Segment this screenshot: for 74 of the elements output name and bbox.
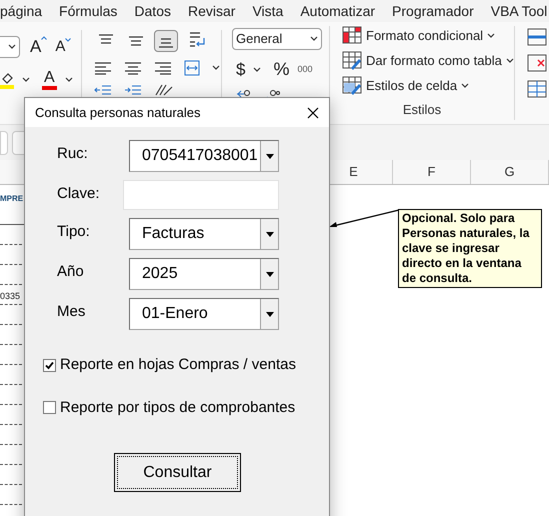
grow-font-button[interactable]: A xyxy=(30,34,48,60)
ribbon-tab[interactable]: Automatizar xyxy=(300,0,376,22)
decrease-indent-icon[interactable] xyxy=(94,84,112,96)
ribbon-tab[interactable]: Datos xyxy=(134,0,171,22)
bottom-align-button[interactable] xyxy=(154,30,178,52)
field-label: Ruc: xyxy=(57,144,89,164)
field-label: Tipo: xyxy=(57,222,91,242)
column-header[interactable]: F xyxy=(393,160,471,184)
font-size-field[interactable] xyxy=(0,36,20,58)
styles-menu-button[interactable]: Formato condicional xyxy=(342,26,514,46)
align-left-icon[interactable] xyxy=(94,61,112,75)
styles-menu-button[interactable]: Estilos de celda xyxy=(342,76,514,96)
caret-down-icon xyxy=(65,38,72,42)
checkbox-label: Reporte por tipos de comprobantes xyxy=(60,398,296,418)
checkbox[interactable] xyxy=(43,358,56,372)
chevron-icon[interactable] xyxy=(461,82,470,89)
field-label: Año xyxy=(57,262,85,282)
ribbon-tab[interactable]: Programador xyxy=(392,0,474,22)
middle-align-icon[interactable] xyxy=(127,34,145,48)
dropdown-field[interactable]: 0705417038001 xyxy=(129,140,279,172)
dropdown-field[interactable]: 01-Enero xyxy=(129,298,279,330)
ribbon-tab[interactable]: página xyxy=(0,0,42,22)
ribbon-tab[interactable]: VBA Tool xyxy=(490,0,548,22)
currency-button[interactable]: $ xyxy=(236,56,246,82)
cell-styles-icon xyxy=(342,76,362,96)
styles-menu-button[interactable]: Dar formato como tabla xyxy=(342,50,514,71)
chevron-icon[interactable] xyxy=(22,76,30,82)
merge-cells-icon[interactable] xyxy=(184,60,200,76)
chevron-icon[interactable] xyxy=(487,32,496,39)
cell-text: MPRE xyxy=(0,193,24,205)
dropdown-arrow-icon[interactable] xyxy=(266,154,274,158)
dropdown-arrow-icon[interactable] xyxy=(266,272,274,276)
field-label: Mes xyxy=(57,302,86,322)
table-format-icon xyxy=(342,51,362,70)
dropdown-field[interactable]: 2025 xyxy=(129,258,279,290)
checkbox-label: Reporte en hojas Compras / ventas xyxy=(60,355,296,375)
align-center-icon[interactable] xyxy=(124,61,142,75)
checkbox[interactable] xyxy=(43,401,56,414)
caret-up-icon xyxy=(41,36,48,40)
number-format-dropdown[interactable]: General xyxy=(232,28,322,50)
window-title: Consulta personas naturales xyxy=(35,104,200,122)
align-right-icon[interactable] xyxy=(154,61,172,75)
delete-cells-icon[interactable] xyxy=(527,54,547,72)
group-label: Estilos xyxy=(402,101,442,120)
ribbon-tab[interactable]: Fórmulas xyxy=(59,0,118,22)
insert-cells-icon[interactable] xyxy=(527,28,547,46)
consultar-button[interactable]: Consultar xyxy=(114,453,241,492)
column-header[interactable]: G xyxy=(471,160,549,184)
chevron-icon[interactable] xyxy=(310,36,318,42)
text-orientation-icon[interactable] xyxy=(154,84,174,96)
ribbon-tab[interactable]: Revisar xyxy=(188,0,236,22)
chevron-icon[interactable] xyxy=(506,58,514,64)
chevron-icon[interactable] xyxy=(8,44,16,50)
chevron-icon[interactable] xyxy=(212,65,220,71)
dropdown-arrow-icon[interactable] xyxy=(266,232,274,236)
ribbon-tab[interactable]: Vista xyxy=(252,0,284,22)
chevron-icon[interactable] xyxy=(64,76,73,82)
comment-note: Opcional. Solo para Personas naturales, la clave se ingresar directo en la ventana de consulta. xyxy=(398,209,542,288)
font-color-button[interactable]: A xyxy=(42,70,57,90)
chevron-icon[interactable] xyxy=(253,66,262,72)
cell-text: 0335 xyxy=(0,290,20,303)
shrink-font-button[interactable]: A xyxy=(55,36,72,58)
dropdown-arrow-icon[interactable] xyxy=(266,312,274,316)
dropdown-field[interactable]: Facturas xyxy=(129,218,279,250)
fill-color-icon[interactable] xyxy=(0,70,14,88)
increase-indent-icon[interactable] xyxy=(124,84,142,96)
close-icon[interactable] xyxy=(307,106,319,118)
conditional-format-icon xyxy=(342,26,362,46)
field-label: Clave: xyxy=(57,184,101,204)
password-field[interactable] xyxy=(123,180,279,210)
format-cells-icon[interactable] xyxy=(527,80,547,98)
thousands-button[interactable]: 000 xyxy=(297,62,313,76)
leader-line xyxy=(328,209,400,229)
percent-button[interactable]: % xyxy=(273,56,290,83)
